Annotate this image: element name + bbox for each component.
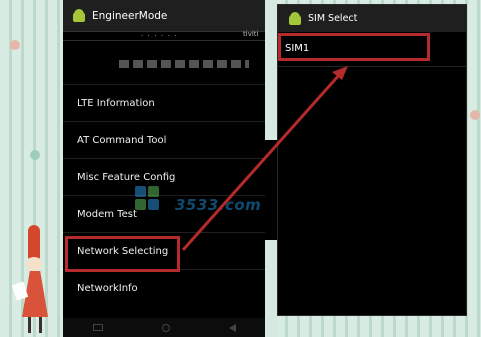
menu-item-label: AT Command Tool <box>77 134 167 146</box>
watermark: 3533.com <box>135 182 265 228</box>
wallpaper-figure-illustration <box>11 225 60 337</box>
wallpaper-dot <box>470 110 480 120</box>
tab-fragment[interactable]: . . . . . . <box>141 30 177 38</box>
highlight-box-network-selecting <box>65 236 180 272</box>
menu-item-label: Modem Test <box>77 208 137 220</box>
menu-item-label: LTE Information <box>77 97 155 109</box>
tab-divider <box>63 40 265 41</box>
menu-item-lte-information[interactable]: LTE Information <box>63 84 265 121</box>
navigation-bar <box>63 318 265 337</box>
gap-shadow <box>265 140 277 240</box>
tab-fragment-activity[interactable]: tiviti <box>243 30 258 38</box>
watermark-logo-icon <box>135 186 161 212</box>
list-divider <box>278 66 466 67</box>
action-bar: SIM Select <box>278 5 466 32</box>
wallpaper-dot <box>10 40 20 50</box>
sim-select-screen: SIM Select SIM1 <box>277 4 467 316</box>
home-icon[interactable] <box>161 323 170 332</box>
android-icon <box>288 11 302 26</box>
app-title: EngineerMode <box>92 9 168 22</box>
engineer-mode-screen: EngineerMode . . . . . . tiviti LTE Info… <box>63 0 265 337</box>
tab-strip[interactable]: . . . . . . tiviti <box>63 30 265 40</box>
wallpaper-dot <box>30 150 40 160</box>
recent-apps-icon[interactable] <box>92 324 103 331</box>
highlight-box-sim1 <box>278 33 430 61</box>
menu-item-networkinfo[interactable]: NetworkInfo <box>63 269 265 306</box>
watermark-text: 3533.com <box>175 196 262 214</box>
menu-item-label: NetworkInfo <box>77 282 138 294</box>
menu-item-at-command-tool[interactable]: AT Command Tool <box>63 121 265 158</box>
back-icon[interactable] <box>228 323 236 332</box>
blurred-logo <box>119 60 249 68</box>
menu-item-label: Misc Feature Config <box>77 171 176 183</box>
android-icon <box>72 8 86 23</box>
action-bar: EngineerMode <box>63 0 265 32</box>
dialog-title: SIM Select <box>308 13 358 24</box>
